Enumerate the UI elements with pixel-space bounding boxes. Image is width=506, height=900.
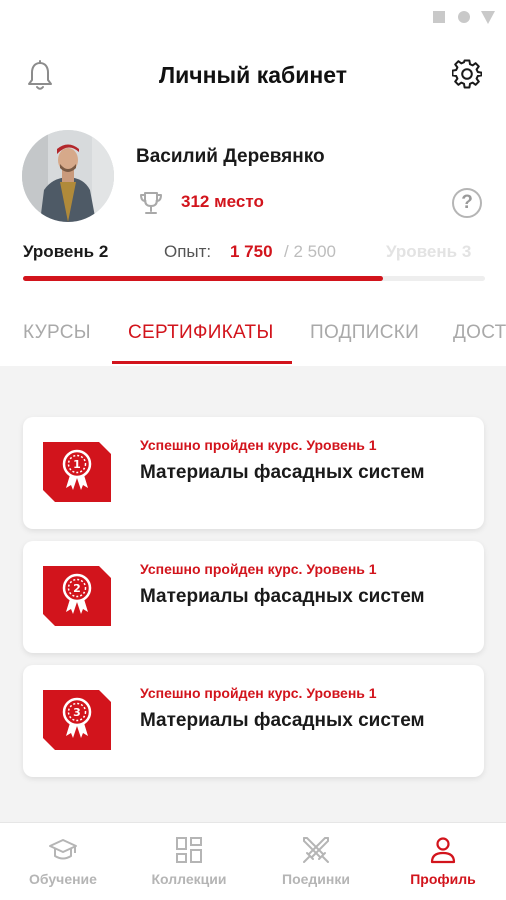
experience-max: / 2 500 [284,242,336,261]
certificate-status: Успешно пройден курс. Уровень 1 [140,437,377,453]
certificate-badge-icon: 3 [43,690,111,750]
page-title: Личный кабинет [159,62,347,88]
avatar-photo [22,130,114,222]
certificate-card[interactable]: 2 Успешно пройден курс. Уровень 1 Матери… [23,541,484,653]
rank-label: 312 место [181,192,264,211]
back-indicator-icon [481,11,495,24]
certificate-badge-icon: 2 [43,566,111,626]
nav-item-collections[interactable]: Коллекции [126,823,252,900]
next-level: Уровень 3 [386,242,472,261]
active-tab-indicator [112,361,292,364]
level-info: Уровень 2 Опыт: 1 750 / 2 500 Уровень 3 [0,242,506,264]
svg-text:3: 3 [73,706,81,719]
tab-certificates[interactable]: СЕРТИФИКАТЫ [128,322,274,344]
nav-item-profile[interactable]: Профиль [380,823,506,900]
profile-section: Василий Деревянко 312 место ? [0,128,506,228]
certificates-list: 1 Успешно пройден курс. Уровень 1 Матери… [0,366,506,822]
home-indicator-icon [458,11,470,23]
help-icon[interactable]: ? [452,188,482,218]
certificate-badge-icon: 1 [43,442,111,502]
nav-item-duels[interactable]: Поединки [253,823,379,900]
tab-achievements[interactable]: ДОСТИЖЕНИЯ [453,322,506,344]
recent-apps-icon [433,11,445,23]
certificate-status: Успешно пройден курс. Уровень 1 [140,685,377,701]
profile-tabs: КУРСЫ СЕРТИФИКАТЫ ПОДПИСКИ ДОСТИЖЕНИЯ [0,306,506,366]
grid-icon [176,837,202,863]
tab-subscriptions[interactable]: ПОДПИСКИ [310,322,419,344]
experience-current: 1 750 [230,242,273,261]
status-bar [0,0,506,34]
bottom-navigation: Обучение Коллекции Поединки Профиль [0,822,506,900]
level-progress-bar [23,276,485,281]
user-name: Василий Деревянко [136,146,325,167]
certificate-title: Материалы фасадных систем [140,462,425,483]
nav-label: Поединки [282,871,350,887]
app-header: Личный кабинет [0,52,506,102]
tab-courses[interactable]: КУРСЫ [23,322,91,344]
avatar[interactable] [22,130,114,222]
nav-label: Профиль [410,871,476,887]
gear-icon[interactable] [452,59,482,89]
nav-label: Обучение [29,871,97,887]
certificate-status: Успешно пройден курс. Уровень 1 [140,561,377,577]
nav-label: Коллекции [151,871,227,887]
crossed-swords-icon [303,837,329,863]
certificate-card[interactable]: 1 Успешно пройден курс. Уровень 1 Матери… [23,417,484,529]
certificate-title: Материалы фасадных систем [140,586,425,607]
nav-item-learning[interactable]: Обучение [0,823,126,900]
certificate-title: Материалы фасадных систем [140,710,425,731]
level-progress-fill [23,276,384,281]
current-level: Уровень 2 [23,242,109,261]
experience-label: Опыт: [164,242,212,261]
user-icon [430,837,456,864]
svg-text:1: 1 [73,458,81,471]
graduation-cap-icon [49,839,77,860]
certificate-card[interactable]: 3 Успешно пройден курс. Уровень 1 Матери… [23,665,484,777]
svg-text:2: 2 [73,582,81,595]
trophy-icon [140,192,162,214]
